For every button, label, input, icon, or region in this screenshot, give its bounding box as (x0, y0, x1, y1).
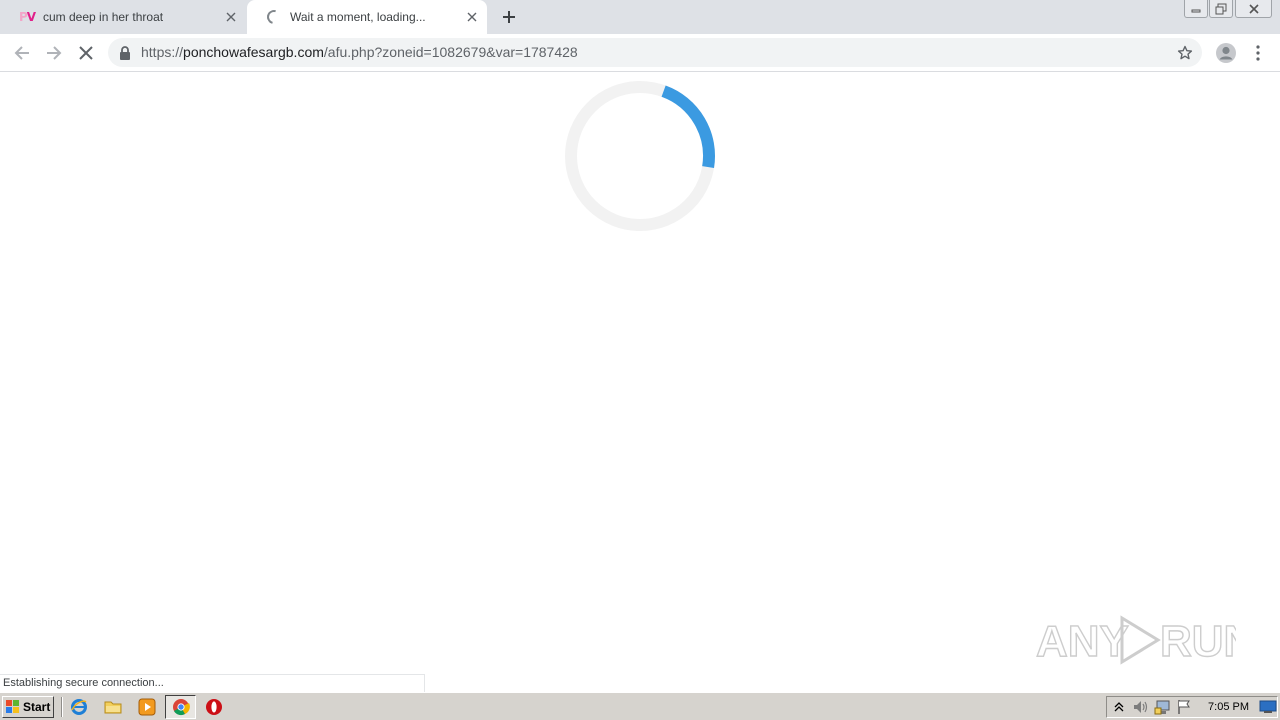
tab-title: Wait a moment, loading... (290, 10, 426, 24)
start-label: Start (23, 700, 51, 714)
media-player-icon[interactable] (138, 698, 156, 716)
tab-close-button[interactable] (222, 8, 240, 26)
taskbar-divider (61, 697, 63, 717)
pv-logo-icon: PV (18, 10, 36, 24)
menu-button[interactable] (1244, 39, 1272, 67)
new-tab-button[interactable] (497, 5, 521, 29)
action-center-flag-icon[interactable] (1176, 698, 1193, 716)
tab-strip: PV cum deep in her throat Wait a moment,… (0, 0, 1280, 34)
bookmark-star-button[interactable] (1174, 42, 1196, 64)
chrome-icon (172, 699, 190, 716)
arrow-right-icon (47, 46, 62, 60)
show-hidden-icons-icon[interactable] (1111, 698, 1128, 716)
kebab-menu-icon (1256, 45, 1260, 61)
arrow-left-icon (14, 46, 29, 60)
close-icon (79, 46, 93, 60)
anyrun-watermark: ANY RUN (1036, 615, 1236, 667)
tab-inactive[interactable]: PV cum deep in her throat (0, 0, 246, 34)
minimize-button[interactable] (1184, 0, 1208, 18)
watermark-right-text: RUN (1160, 617, 1236, 666)
status-bubble: Establishing secure connection... (0, 674, 425, 692)
tab-active[interactable]: Wait a moment, loading... (247, 0, 487, 34)
close-icon (226, 12, 236, 22)
plus-icon (503, 11, 515, 23)
restore-icon (1215, 3, 1227, 14)
minimize-icon (1191, 9, 1201, 12)
loading-spinner-icon (264, 7, 284, 27)
close-icon (1248, 3, 1259, 14)
forward-button[interactable] (40, 39, 68, 67)
window-close-button[interactable] (1235, 0, 1272, 18)
restore-button[interactable] (1209, 0, 1233, 18)
loading-ring (565, 81, 715, 231)
chrome-taskbar-button[interactable] (165, 695, 196, 719)
windows-logo-icon (6, 700, 19, 713)
network-icon[interactable] (1154, 698, 1172, 716)
system-tray: 7:05 PM (1106, 696, 1278, 718)
opera-icon[interactable] (205, 698, 223, 716)
folder-icon[interactable] (104, 698, 122, 716)
tab-title: cum deep in her throat (43, 10, 164, 24)
page-content: Establishing secure connection... ANY RU… (0, 73, 1280, 692)
browser-toolbar: https://ponchowafesargb.com/afu.php?zone… (0, 34, 1280, 72)
taskbar-clock[interactable]: 7:05 PM (1208, 701, 1249, 713)
close-icon (467, 12, 477, 22)
address-bar[interactable]: https://ponchowafesargb.com/afu.php?zone… (108, 38, 1202, 67)
taskbar: Start 7:05 PM (0, 692, 1280, 720)
watermark-left-text: ANY (1036, 617, 1129, 666)
show-desktop-icon[interactable] (1259, 698, 1277, 716)
start-button[interactable]: Start (2, 696, 54, 718)
stop-loading-button[interactable] (72, 39, 100, 67)
tab-close-button[interactable] (463, 8, 481, 26)
volume-icon[interactable] (1132, 698, 1150, 716)
back-button[interactable] (8, 39, 36, 67)
avatar-icon (1216, 43, 1236, 63)
profile-button[interactable] (1212, 39, 1240, 67)
star-icon (1177, 45, 1193, 60)
internet-explorer-icon[interactable] (70, 698, 88, 716)
url-text[interactable]: https://ponchowafesargb.com/afu.php?zone… (141, 38, 578, 67)
lock-icon (120, 46, 130, 60)
